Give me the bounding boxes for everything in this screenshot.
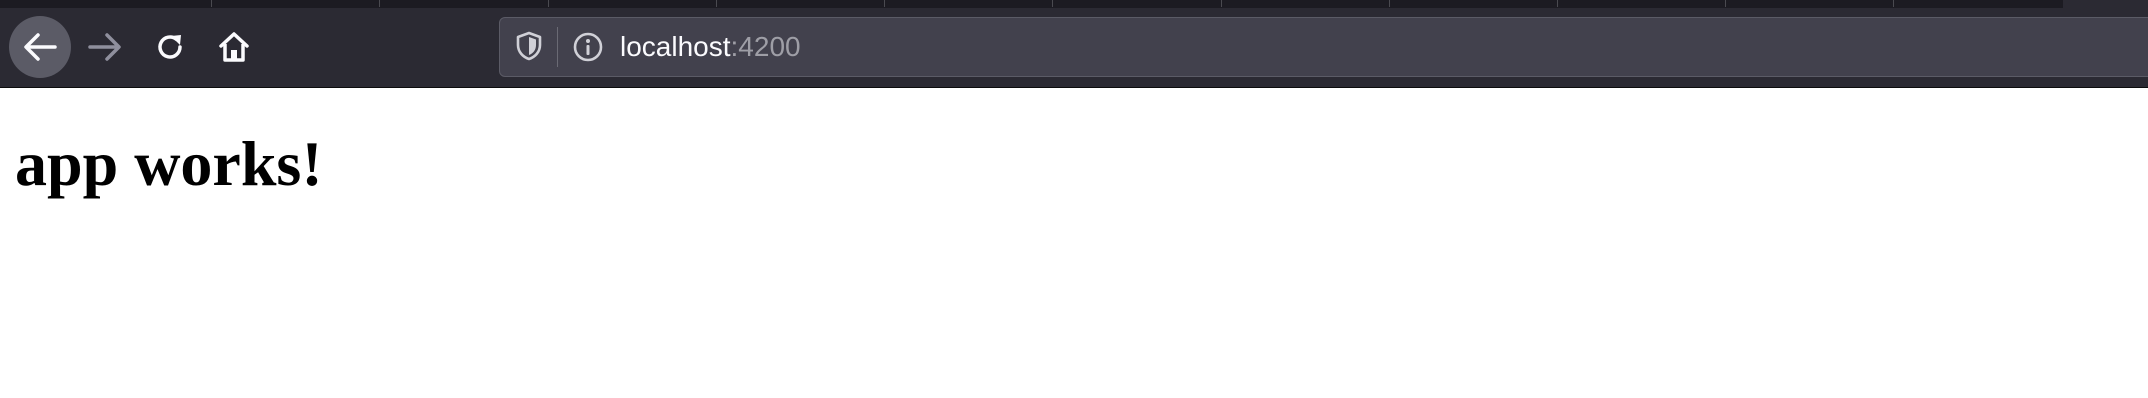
home-button[interactable] xyxy=(203,16,265,78)
url-text[interactable]: localhost:4200 xyxy=(620,18,801,76)
tab-separator xyxy=(1893,0,1894,7)
back-button[interactable] xyxy=(9,16,71,78)
home-icon xyxy=(219,32,249,62)
tab-strip-end xyxy=(2063,0,2148,8)
reload-icon xyxy=(158,35,182,59)
tab-separator xyxy=(884,0,885,7)
url-port: :4200 xyxy=(730,31,801,62)
tab-separator xyxy=(1725,0,1726,7)
forward-button[interactable] xyxy=(74,16,136,78)
tab-separator xyxy=(1221,0,1222,7)
reload-button[interactable] xyxy=(139,16,201,78)
tab-separator xyxy=(1389,0,1390,7)
page-heading: app works! xyxy=(15,128,323,199)
url-host: localhost xyxy=(620,31,731,62)
tab-separator xyxy=(379,0,380,7)
browser-toolbar: localhost:4200 xyxy=(0,8,2148,88)
tab-separator xyxy=(211,0,212,7)
page-content: app works! xyxy=(0,88,2148,398)
address-bar-divider xyxy=(557,27,558,67)
tab-separator xyxy=(1557,0,1558,7)
tab-separator xyxy=(716,0,717,7)
arrow-left-icon xyxy=(24,33,57,61)
info-icon[interactable] xyxy=(572,31,604,63)
arrow-right-icon xyxy=(88,33,121,61)
tab-strip xyxy=(0,0,2148,8)
tab-separator xyxy=(1052,0,1053,7)
address-bar[interactable]: localhost:4200 xyxy=(499,17,2148,77)
tab-separator xyxy=(548,0,549,7)
shield-icon[interactable] xyxy=(514,31,544,61)
